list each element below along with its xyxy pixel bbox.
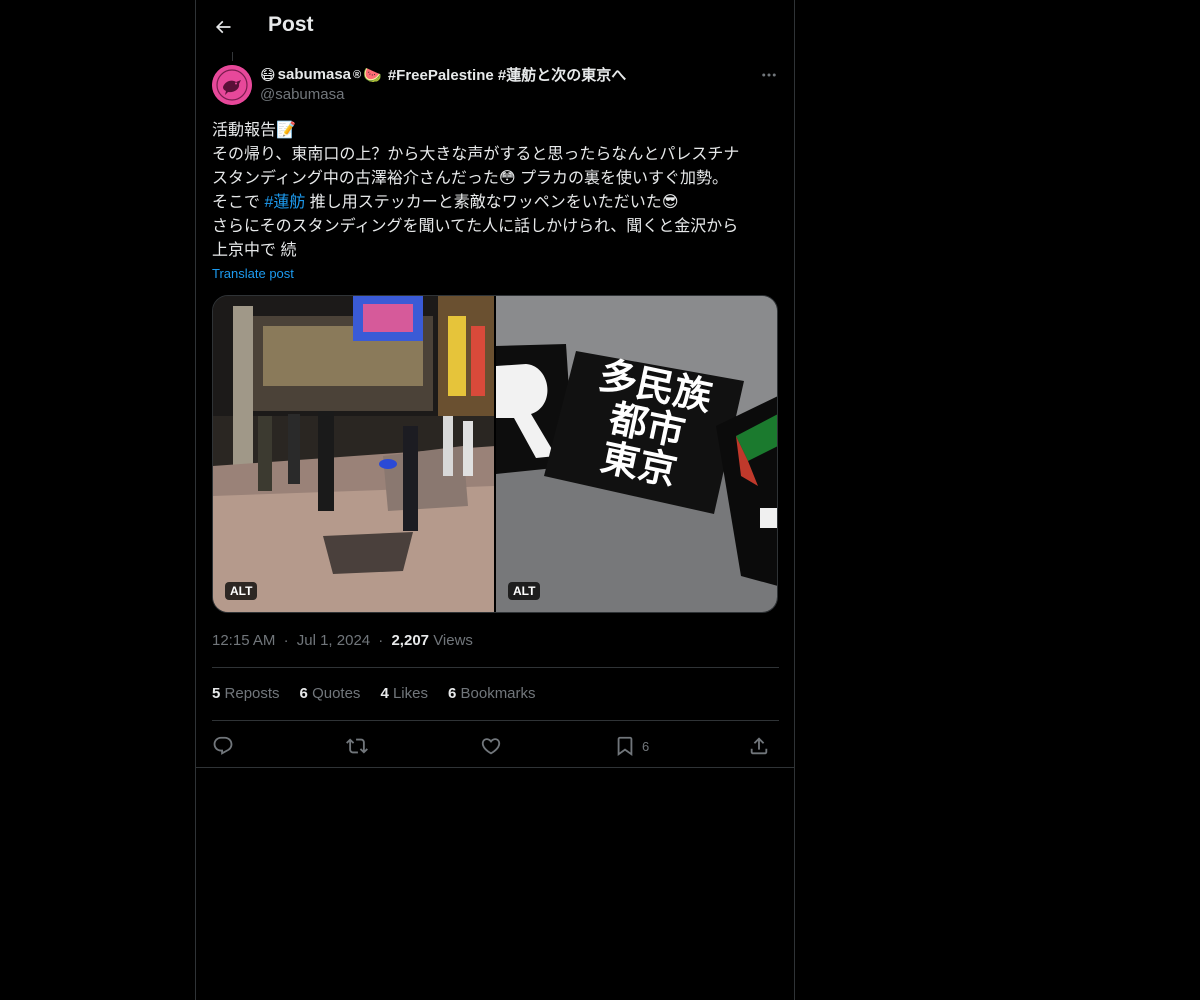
post-date[interactable]: Jul 1, 2024 [297, 632, 370, 649]
post-line: 活動報告📝 [212, 122, 296, 139]
registered-mark: ® [353, 68, 362, 81]
bird-logo-icon [212, 65, 252, 105]
post-line: 上京中で 続 [212, 242, 297, 259]
post-metadata: 12:15 AM · Jul 1, 2024 · 2,207 Views [212, 632, 473, 649]
media-photo-street[interactable]: ALT [213, 296, 494, 612]
author-display-name: sabumasa [277, 66, 352, 83]
media-photo-stickers[interactable]: 多民族 都市 東京 ALT [496, 296, 777, 612]
repost-button[interactable] [346, 732, 368, 760]
divider [212, 667, 779, 668]
flushed-face-emoji: 😳 [498, 170, 516, 187]
hashtag-link[interactable]: #蓮舫 [264, 194, 305, 211]
street-photo-icon [213, 296, 494, 612]
repost-icon [346, 738, 368, 754]
author-handle[interactable]: @sabumasa [260, 86, 344, 103]
share-button[interactable] [748, 732, 770, 760]
bookmarks-stat[interactable]: 6 Bookmarks [448, 685, 536, 702]
engagement-stats: 5 Reposts 6 Quotes 4 Likes 6 Bookmarks [212, 685, 536, 702]
reply-icon [213, 736, 233, 755]
bookmark-button[interactable]: 6 [614, 732, 649, 760]
memo-emoji: 📝 [276, 122, 296, 139]
alt-text-badge[interactable]: ALT [508, 582, 541, 600]
author-name[interactable]: 😷 sabumasa ® 🍉 #FreePalestine #蓮舫と次の東京へ [260, 64, 626, 85]
post-line: そこで #蓮舫 推し用ステッカーと素敵なワッペンをいただいた😎 [212, 194, 679, 211]
action-bar: 6 [212, 732, 779, 760]
share-icon [750, 737, 768, 755]
more-options-button[interactable] [756, 62, 782, 88]
heart-icon [481, 738, 501, 755]
sticker-photo-icon: 多民族 都市 東京 [496, 296, 777, 612]
post-column: Post 😷 sabumasa ® 🍉 #FreePalestine #蓮舫と次… [195, 0, 795, 1000]
thread-line [232, 52, 233, 61]
media-grid: ALT 多民族 都市 東京 ALT [212, 295, 778, 613]
watermelon-emoji: 🍉 [363, 66, 382, 84]
alt-text-badge[interactable]: ALT [225, 582, 258, 600]
avatar[interactable] [212, 65, 252, 105]
bookmark-icon [617, 736, 633, 757]
post-line: スタンディング中の古澤裕介さんだった😳 プラカの裏を使いすぐ加勢。 [212, 170, 729, 187]
back-button[interactable] [208, 12, 238, 42]
divider [212, 720, 779, 721]
quotes-stat[interactable]: 6 Quotes [300, 685, 361, 702]
post-line: さらにそのスタンディングを聞いてた人に話しかけられ、聞くと金沢から [212, 218, 739, 235]
more-dots-icon [762, 73, 776, 77]
author-name-tags: #FreePalestine #蓮舫と次の東京へ [387, 67, 627, 84]
views-count: 2,207 [391, 632, 430, 649]
reposts-stat[interactable]: 5 Reposts [212, 685, 280, 702]
arrow-left-icon [215, 20, 231, 34]
translate-post-link[interactable]: Translate post [212, 266, 294, 281]
mask-face-emoji: 😷 [260, 66, 276, 84]
reply-button[interactable] [212, 732, 234, 760]
like-button[interactable] [480, 732, 502, 760]
page-header: Post [196, 0, 794, 53]
views-label: Views [433, 632, 473, 649]
post-line: その帰り、東南口の上？から大きな声がすると思ったらなんとパレスチナ [212, 146, 740, 163]
sunglasses-face-emoji: 😎 [661, 194, 679, 211]
likes-stat[interactable]: 4 Likes [380, 685, 428, 702]
page-title: Post [268, 13, 314, 36]
post-time[interactable]: 12:15 AM [212, 632, 275, 649]
post-bottom-border [196, 767, 794, 768]
bookmark-count: 6 [642, 738, 650, 754]
post-text: 活動報告📝 その帰り、東南口の上？から大きな声がすると思ったらなんとパレスチナ … [212, 119, 780, 263]
